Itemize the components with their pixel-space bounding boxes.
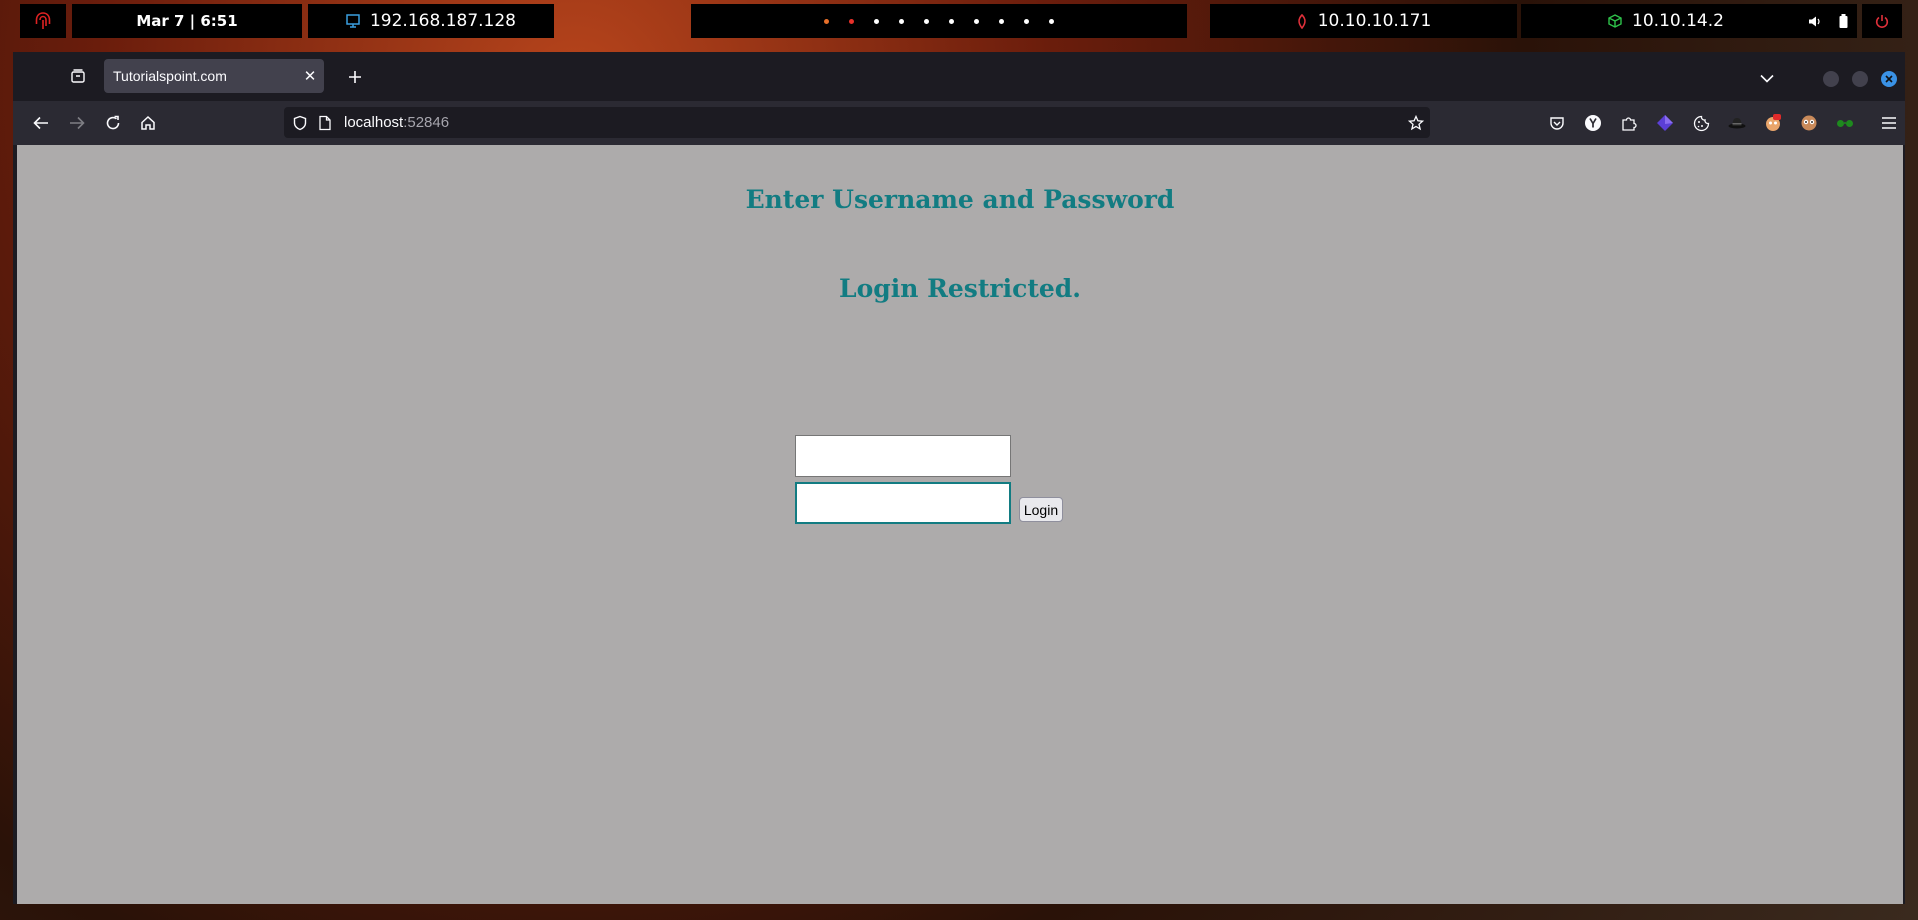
vm-ip-widget: 192.168.187.128 [308,4,554,38]
close-icon [1885,75,1893,83]
owl-face-icon [1801,115,1817,131]
diamond-icon [1657,115,1673,131]
url-port: :52846 [403,114,450,131]
workspace-dot[interactable] [874,18,879,24]
maximize-button[interactable] [1852,71,1868,87]
cookie-extension-button[interactable] [1687,109,1715,137]
extensions-button[interactable] [1615,109,1643,137]
workspace-switcher[interactable] [691,4,1187,38]
page-icon[interactable] [318,115,332,131]
url-host: localhost [344,114,404,131]
firefox-view-button[interactable] [65,63,91,89]
url-bar[interactable]: localhost:52846 [284,107,1430,138]
tab-active[interactable]: Tutorialspoint.com ✕ [104,59,324,93]
y-circle-icon [1585,115,1601,131]
vm-ip: 192.168.187.128 [369,11,516,31]
list-all-tabs-button[interactable] [1753,64,1781,92]
pocket-icon [1550,116,1564,130]
workspace-dot[interactable] [849,18,854,24]
power-icon [1875,15,1889,28]
hat-icon [1728,118,1746,129]
login-button[interactable]: Login [1019,497,1063,522]
workspace-dot[interactable] [899,18,904,24]
face-extension-button[interactable] [1759,109,1787,137]
hat-extension-button[interactable] [1723,109,1751,137]
owl-extension-button[interactable] [1795,109,1823,137]
login-status-message: Login Restricted. [839,274,1081,303]
back-button[interactable] [27,109,55,137]
battery-icon [1839,14,1848,28]
desktop-top-bar: Mar 7 | 6:51 192.168.187.128 10.10.10.17… [0,0,1918,42]
target-ip: 10.10.10.171 [1317,11,1432,31]
reload-icon [106,115,120,130]
page-heading: Enter Username and Password [745,185,1175,214]
clock: Mar 7 | 6:51 [72,4,302,38]
firefox-view-icon [71,69,85,83]
password-input[interactable] [795,482,1011,524]
cube-icon [1608,14,1622,28]
purple-extension-button[interactable] [1651,109,1679,137]
cookie-icon [1693,115,1709,131]
shield-icon[interactable] [292,115,308,131]
target-icon [1297,13,1306,29]
glasses-icon [1837,120,1853,127]
username-input[interactable] [795,435,1011,477]
web-page: Enter Username and Password Login Restri… [17,145,1903,904]
bookmark-star-icon[interactable] [1408,114,1424,131]
hamburger-menu-icon [1882,117,1896,129]
workspace-dot[interactable] [949,18,954,24]
workspace-dot[interactable] [924,18,929,24]
green-glasses-extension-button[interactable] [1831,109,1859,137]
vpn-ip-widget: 10.10.14.2 [1521,4,1811,38]
tab-title: Tutorialspoint.com [113,68,227,84]
yandex-extension-button[interactable] [1579,109,1607,137]
power-button[interactable] [1862,4,1902,38]
forward-button[interactable] [63,109,91,137]
arrow-right-icon [70,116,85,130]
workspace-dot[interactable] [1049,18,1054,24]
puzzle-icon [1622,117,1637,131]
minimize-button[interactable] [1823,71,1839,87]
chevron-down-icon [1760,74,1774,83]
app-menu-button[interactable] [1875,109,1903,137]
new-tab-button[interactable] [341,63,369,91]
vpn-ip: 10.10.14.2 [1632,11,1724,31]
arrow-left-icon [33,116,48,130]
workspace-dot[interactable] [1024,18,1029,24]
volume-icon[interactable] [1808,15,1821,28]
cartoon-face-icon [1766,114,1781,131]
close-window-button[interactable] [1881,71,1897,87]
menu-button[interactable] [20,4,66,38]
workspace-dot[interactable] [999,18,1004,24]
pocket-button[interactable] [1543,109,1571,137]
target-ip-widget: 10.10.10.171 [1210,4,1517,38]
tab-bar: Tutorialspoint.com ✕ [13,52,1905,101]
home-icon [141,115,155,130]
system-tray [1799,4,1857,38]
monitor-icon [346,14,360,28]
fingerprint-icon [35,12,51,29]
navigation-toolbar: localhost:52846 [13,101,1905,145]
close-tab-icon[interactable]: ✕ [296,67,324,85]
workspace-dot[interactable] [974,18,979,24]
workspace-dot[interactable] [824,18,829,24]
reload-button[interactable] [99,109,127,137]
home-button[interactable] [134,109,162,137]
plus-icon [349,71,361,83]
browser-window: Tutorialspoint.com ✕ localhost:52846 Ent… [13,52,1905,904]
url-text: localhost:52846 [344,114,449,131]
